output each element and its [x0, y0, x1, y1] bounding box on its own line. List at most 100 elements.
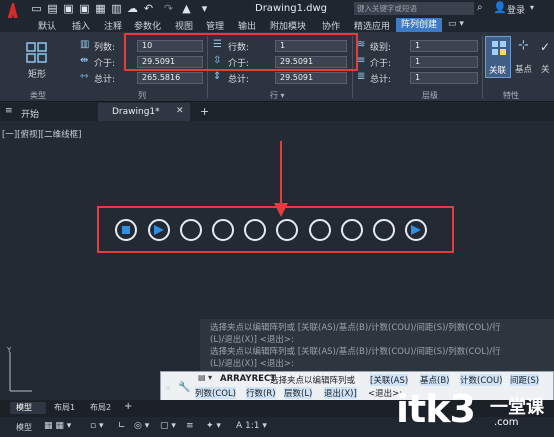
redo-icon[interactable]: ↷ — [162, 2, 175, 15]
base-point-label: 基点 — [515, 65, 533, 75]
share-icon[interactable]: ▲ — [180, 2, 193, 15]
layout-tab-model-label: 模型 — [16, 403, 32, 412]
option-exit[interactable]: 退出(X)] — [324, 387, 357, 399]
drawing-canvas[interactable]: [一][俯视][二维线框] 选择夹点以编辑阵列或 [关联(AS)/基点(B)/计… — [0, 121, 554, 401]
history-line: 选择夹点以编辑阵列或 [关联(AS)/基点(B)/计数(COU)/间距(S)/列… — [210, 323, 501, 333]
tab-manage[interactable]: 管理 — [206, 19, 224, 32]
close-array-button[interactable]: ✓ 关 — [540, 36, 554, 78]
array-circle[interactable] — [148, 219, 170, 241]
tab-parametric[interactable]: 参数化 — [134, 19, 161, 32]
levels-input[interactable]: 1 — [410, 40, 478, 52]
tab-insert[interactable]: 插入 — [72, 19, 90, 32]
layout-tab-model[interactable]: 模型 — [10, 402, 46, 414]
rectangular-array-button[interactable]: 矩形 — [26, 42, 52, 82]
layout-tab-1[interactable]: 布局1 — [54, 402, 75, 413]
option-spacing[interactable]: 间距(S) — [510, 374, 540, 386]
array-circle[interactable] — [276, 219, 298, 241]
title-bar: ▭ ▤ ▣ ▣ ▦ ▥ ☁ ↶ ↷ ▲ ▾ Drawing1.dwg 键入关键字… — [0, 0, 554, 27]
column-grip-arrow-icon[interactable] — [410, 224, 422, 236]
array-circle[interactable] — [373, 219, 395, 241]
base-point-button[interactable]: ⊹ 基点 — [513, 36, 537, 78]
model-space-toggle[interactable]: 模型 — [16, 422, 32, 433]
row-panel-title[interactable]: 行 ▾ — [270, 90, 285, 101]
tab-collaborate[interactable]: 协作 — [322, 19, 340, 32]
osnap-icon[interactable]: ▢ ▾ — [160, 421, 176, 431]
tab-featured-apps[interactable]: 精选应用 — [354, 19, 390, 32]
col-between-icon: ⇹ — [80, 55, 89, 66]
workspace-icon[interactable]: ✦ ▾ — [206, 421, 221, 431]
history-line: 选择夹点以编辑阵列或 [关联(AS)/基点(B)/计数(COU)/间距(S)/列… — [210, 347, 501, 357]
level-total-value: 1 — [415, 73, 421, 82]
base-grip-icon[interactable] — [122, 226, 130, 234]
option-associative[interactable]: [关联(AS) — [370, 374, 409, 386]
snap-icon[interactable]: ▫ ▾ — [90, 421, 103, 431]
history-line: (L)/退出(X)] <退出>: — [210, 335, 294, 345]
new-file-icon[interactable]: ▭ — [30, 2, 43, 15]
level-between-icon: ≡ — [357, 55, 366, 66]
array-circle[interactable] — [405, 219, 427, 241]
array-circle[interactable] — [180, 219, 202, 241]
option-levels[interactable]: 层数(L) — [284, 387, 313, 399]
login-dropdown-icon[interactable]: ▾ — [530, 3, 534, 12]
save-as-icon[interactable]: ▣ — [78, 2, 91, 15]
command-close-icon[interactable]: ✕ — [164, 384, 172, 394]
level-total-icon: ≣ — [357, 71, 366, 82]
tab-array-creation[interactable]: 阵列创建 — [396, 18, 442, 32]
row-total-input[interactable]: 29.5091 — [275, 72, 347, 84]
option-base-point[interactable]: 基点(B) — [420, 374, 450, 386]
open-file-icon[interactable]: ▤ — [46, 2, 59, 15]
undo-icon[interactable]: ↶ — [142, 2, 155, 15]
level-total-input[interactable]: 1 — [410, 72, 478, 84]
watermark-suffix: .com — [494, 417, 519, 428]
ucs-icon: Y — [6, 347, 32, 392]
array-circle[interactable] — [309, 219, 331, 241]
row-grip-arrow-icon[interactable] — [153, 224, 165, 236]
option-rows[interactable]: 行数(R) — [246, 387, 276, 399]
layout-tab-2[interactable]: 布局2 — [90, 402, 111, 413]
associative-button[interactable]: 关联 — [485, 36, 511, 78]
array-circle[interactable] — [115, 219, 137, 241]
tab-default[interactable]: 默认 — [38, 19, 56, 32]
tab-output[interactable]: 输出 — [238, 19, 256, 32]
ribbon-minimize-icon[interactable]: ▭ ▾ — [448, 19, 464, 29]
new-tab-icon[interactable]: + — [200, 105, 209, 118]
save-icon[interactable]: ▣ — [62, 2, 75, 15]
option-columns[interactable]: 列数(COL) — [195, 387, 236, 399]
plot-icon[interactable]: ▥ — [110, 2, 123, 15]
login-link[interactable]: 登录 — [507, 3, 525, 16]
ortho-icon[interactable]: ∟ — [118, 421, 126, 431]
tab-view[interactable]: 视图 — [175, 19, 193, 32]
command-customize-icon[interactable]: 🔧 — [178, 382, 190, 393]
cloud-icon[interactable]: ☁ — [126, 2, 139, 15]
option-count[interactable]: 计数(COU) — [460, 374, 503, 386]
drawing-tab[interactable]: Drawing1* ✕ — [98, 103, 190, 121]
user-icon[interactable]: 👤 — [493, 1, 507, 14]
print-icon[interactable]: ▦ — [94, 2, 107, 15]
columns-label: 列数: — [94, 43, 116, 53]
add-layout-icon[interactable]: + — [124, 401, 132, 412]
array-circle[interactable] — [212, 219, 234, 241]
level-panel-title: 层级 — [422, 91, 438, 100]
level-between-input[interactable]: 1 — [410, 56, 478, 68]
lineweight-icon[interactable]: ≡ — [186, 421, 194, 431]
start-tab[interactable]: 开始 — [21, 107, 39, 120]
close-tab-icon[interactable]: ✕ — [176, 106, 184, 116]
properties-panel-title: 特性 — [503, 91, 519, 100]
grid-icon[interactable]: ▦ ▦ ▾ — [44, 421, 71, 431]
row-total-icon: ⇕ — [213, 71, 222, 82]
row-total-value: 29.5091 — [280, 73, 314, 82]
array-circle[interactable] — [341, 219, 363, 241]
quick-access-dropdown-icon[interactable]: ▾ — [198, 2, 211, 15]
tabs-menu-icon[interactable]: ≡ — [5, 106, 13, 116]
search-input[interactable]: 键入关键字或短语 — [354, 2, 474, 15]
tab-addins[interactable]: 附加模块 — [270, 19, 306, 32]
col-total-input[interactable]: 265.5816 — [137, 72, 203, 84]
col-total-value: 265.5816 — [142, 73, 181, 82]
viewport-controls[interactable]: [一][俯视][二维线框] — [2, 128, 81, 140]
command-prompt-text: 选择夹点以编辑阵列或 — [270, 376, 356, 386]
tab-annotate[interactable]: 注释 — [104, 19, 122, 32]
annotation-scale-icon[interactable]: A 1:1 ▾ — [236, 421, 267, 431]
search-icon[interactable]: ⌕ — [477, 2, 483, 13]
polar-icon[interactable]: ◎ ▾ — [134, 421, 149, 431]
array-circle[interactable] — [244, 219, 266, 241]
